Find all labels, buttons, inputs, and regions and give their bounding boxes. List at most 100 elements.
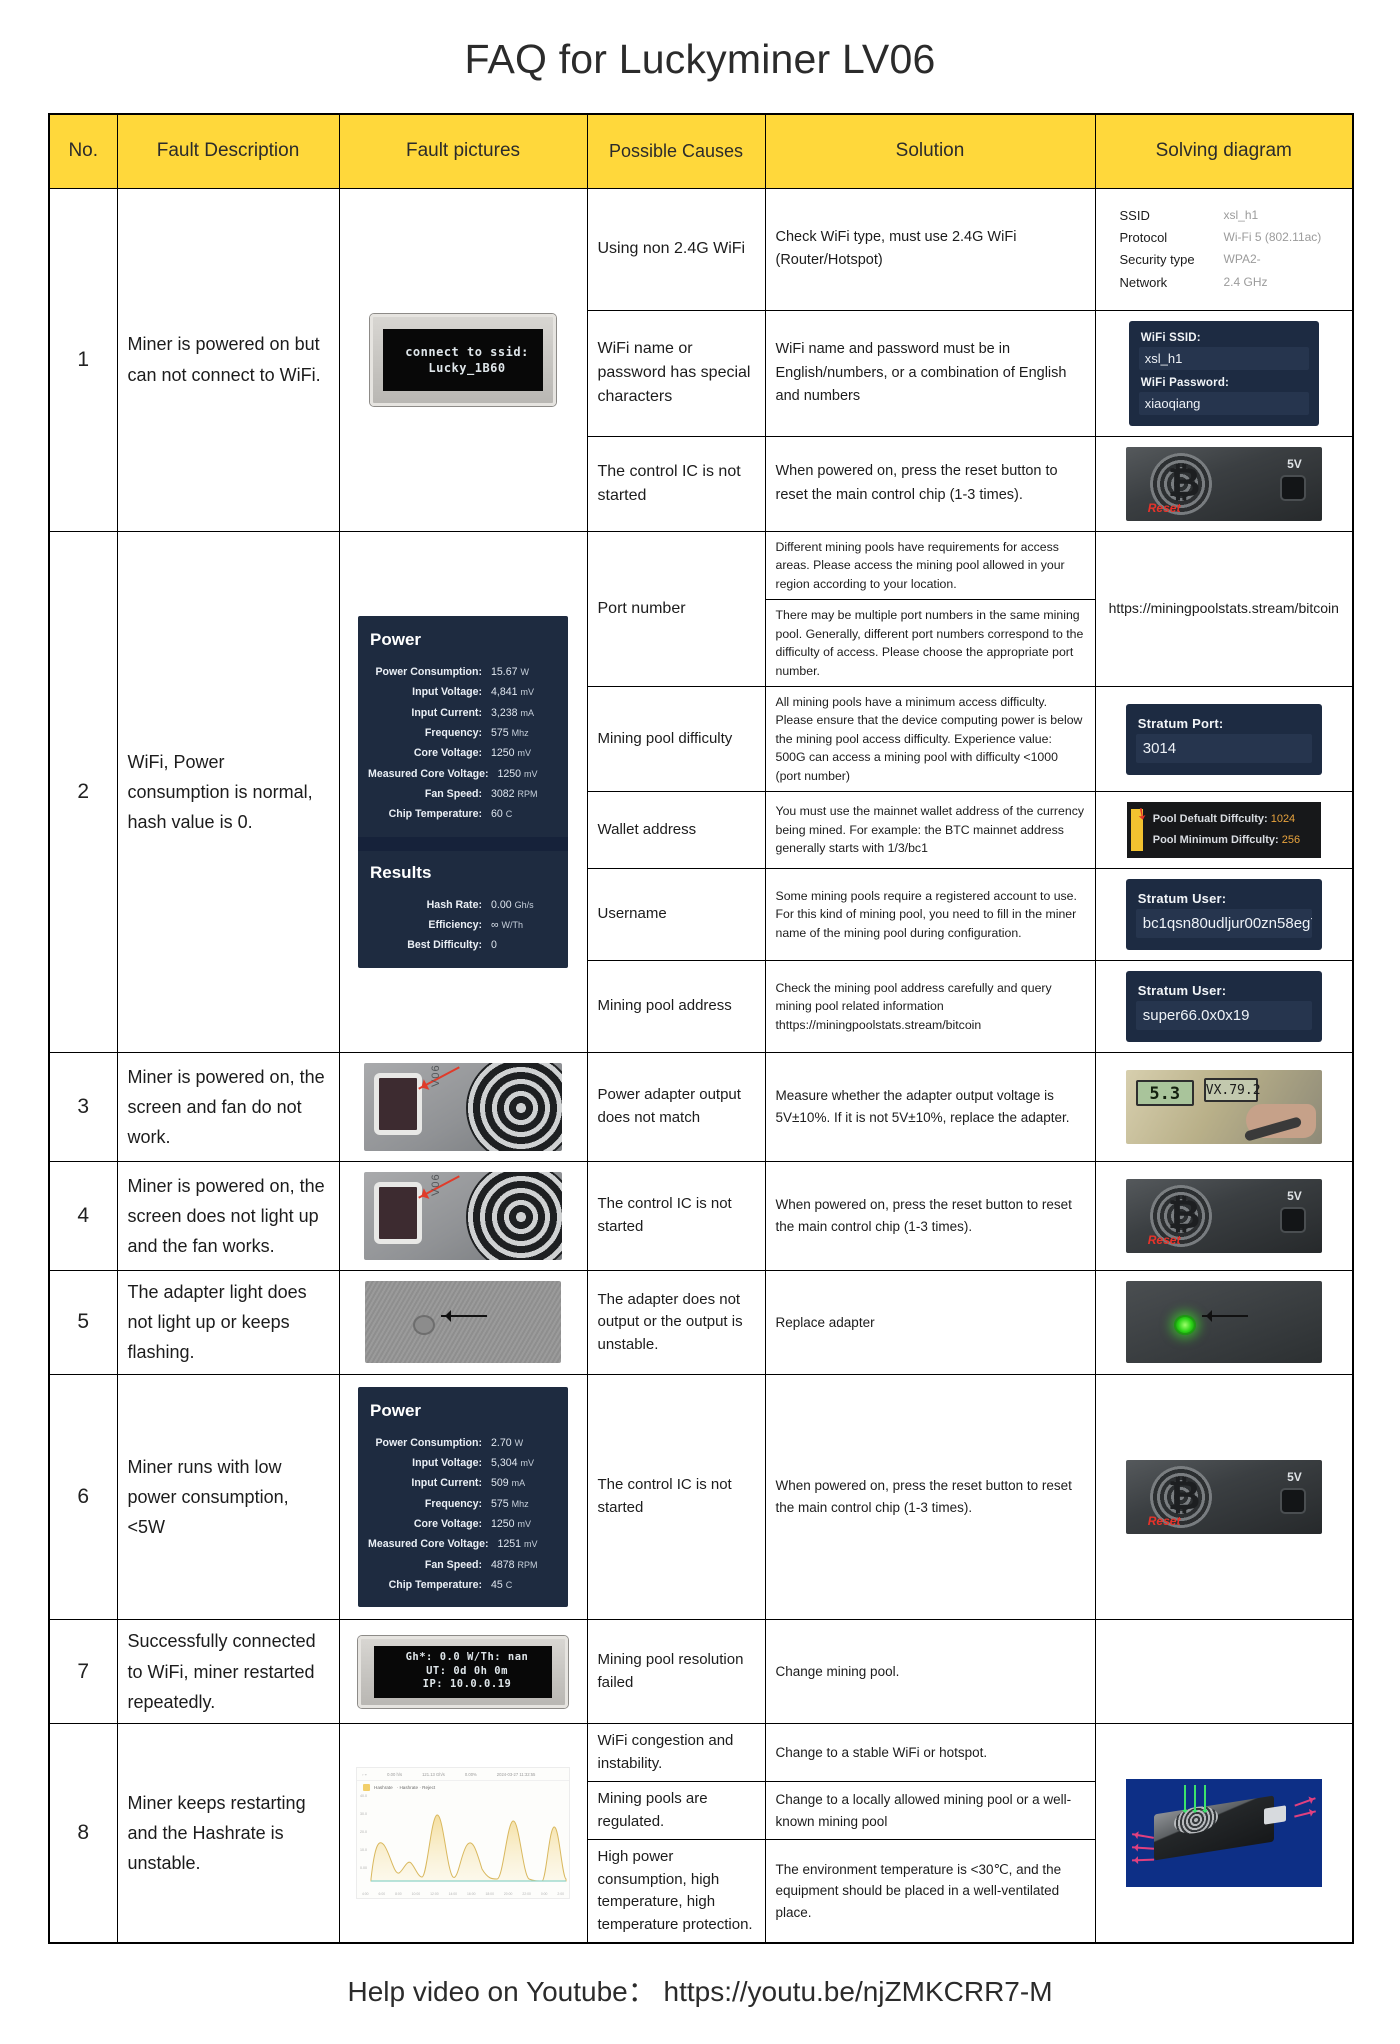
field-label: WiFi Password:	[1140, 376, 1230, 389]
col-header-diagram: Solving diagram	[1094, 113, 1354, 189]
stat-unit: RPM	[517, 789, 538, 800]
stat-key: Measured Core Voltage:	[368, 1538, 489, 1551]
stat-value: 509 mA	[482, 1473, 556, 1493]
stat-key: Input Current:	[411, 706, 482, 719]
stat-value: 4878 RPM	[482, 1555, 556, 1575]
stat-unit: W	[514, 1437, 524, 1448]
stat-number: 575	[491, 727, 509, 740]
x-tick: 12:00	[430, 1892, 439, 1896]
stat-key: Power Consumption:	[375, 666, 482, 679]
difficulty-label: Pool Minimum Diffculty:	[1152, 834, 1279, 847]
possible-cause: The control IC is not started	[586, 1160, 766, 1271]
oled-display-photo: connect to ssid: Lucky_1B60	[370, 313, 556, 406]
stat-row: Core Voltage: 1250 mV	[368, 1514, 556, 1534]
stat-row: Chip Temperature: 60 C	[368, 804, 556, 824]
possible-cause: The control IC is not started	[586, 435, 766, 532]
oled-screen: Gh*: 0.0 W/Th: nan UT: 0d 0h 0m IP: 10.0…	[374, 1645, 552, 1698]
possible-cause: Mining pool difficulty	[586, 685, 766, 793]
exhaust-arrow-icon	[1131, 1846, 1154, 1850]
stat-row: Core Voltage: 1250 mV	[368, 743, 556, 763]
stat-key: Core Voltage:	[413, 1517, 482, 1530]
net-row: SSID xsl_h1	[1120, 205, 1339, 227]
adapter-led-icon	[413, 1315, 435, 1336]
solving-diagram: ₿ Reset 5V	[1094, 1160, 1354, 1271]
stat-number: 3,238	[491, 706, 518, 719]
stat-key: Efficiency:	[428, 919, 482, 932]
row-number: 7	[48, 1619, 118, 1724]
x-tick: 2:00	[557, 1892, 564, 1896]
stat-row: Input Voltage: 5,304 mV	[368, 1453, 556, 1473]
possible-cause: Mining pool address	[586, 959, 766, 1053]
adapter-led-icon	[1173, 1315, 1196, 1336]
stat-unit: RPM	[517, 1559, 538, 1570]
stat-unit: mV	[524, 768, 538, 779]
solution-text: Some mining pools require a registered a…	[764, 867, 1096, 961]
toolbar-item: 121.13 Gh/s	[422, 1771, 445, 1777]
x-tick: 18:00	[485, 1892, 494, 1896]
solution-text: WiFi name and password must be in Englis…	[764, 309, 1096, 437]
solving-diagram: Stratum Port: 3014	[1094, 685, 1354, 793]
possible-cause: WiFi congestion and instability.	[586, 1723, 766, 1782]
stat-row: Best Difficulty: 0	[368, 935, 556, 955]
exhaust-arrow-icon	[1131, 1858, 1154, 1861]
miner-box-icon	[1153, 1795, 1274, 1861]
stat-key: Fan Speed:	[424, 1558, 482, 1571]
solution-text: Check the mining pool address carefully …	[764, 959, 1096, 1053]
stat-unit: W/Th	[501, 920, 524, 931]
multimeter-reading-secondary: VX.79.2	[1203, 1077, 1261, 1102]
oled-line-2: UT: 0d 0h 0m	[426, 1664, 508, 1677]
fault-description: Successfully connected to WiFi, miner re…	[116, 1619, 340, 1724]
stratum-user-panel: Stratum User: bc1qsn80udljur00zn58eg7y7	[1125, 878, 1322, 950]
stat-unit: mV	[517, 748, 532, 759]
net-key: Protocol	[1119, 229, 1168, 245]
field-value: 3014	[1135, 733, 1312, 763]
solving-diagram	[1094, 1723, 1354, 1944]
oled-line-1: Gh*: 0.0 W/Th: nan	[405, 1651, 529, 1664]
stat-number: 3082	[491, 788, 515, 801]
stat-unit: W	[520, 667, 529, 678]
net-row: Security type WPA2-	[1120, 249, 1339, 271]
stat-number: 1250	[497, 767, 522, 780]
stat-unit: mV	[524, 1539, 538, 1550]
possible-cause: Username	[586, 867, 766, 961]
solution-text: There may be multiple port numbers in th…	[764, 599, 1096, 687]
stat-number: 4,841	[491, 686, 518, 699]
solving-diagram: Stratum User: bc1qsn80udljur00zn58eg7y7	[1094, 867, 1354, 961]
stat-value: 0	[482, 935, 556, 955]
stat-key: Best Difficulty:	[407, 939, 482, 952]
reset-button-label: Reset	[1147, 1513, 1181, 1528]
oled-screen: connect to ssid: Lucky_1B60	[383, 328, 543, 391]
stat-unit: Mhz	[511, 728, 529, 739]
airflow-arrow-icon	[1181, 1785, 1188, 1813]
stat-value: 15.67 W	[482, 662, 556, 682]
difficulty-row: Pool Minimum Diffculty: 256	[1153, 830, 1313, 851]
bitcoin-logo-icon: ₿	[1167, 1192, 1201, 1237]
fault-description: Miner keeps restarting and the Hashrate …	[116, 1723, 340, 1944]
reset-button-label: Reset	[1147, 500, 1181, 515]
x-tick: 22:00	[522, 1892, 531, 1896]
page-title: FAQ for Luckyminer LV06	[464, 36, 936, 82]
stat-unit: C	[505, 1579, 513, 1590]
stat-value: 0.00 Gh/s	[482, 895, 556, 915]
reset-button-label: Reset	[1147, 1232, 1181, 1247]
difficulty-lines: Pool Defualt Diffculty: 1024 Pool Minimu…	[1153, 809, 1313, 851]
exhaust-arrow-icon	[1131, 1833, 1154, 1839]
stat-unit: mV	[517, 1518, 532, 1529]
header-row: No. Fault Description Fault pictures Pos…	[48, 113, 1354, 189]
stat-row: Power Consumption: 2.70 W	[368, 1433, 556, 1453]
solution-text: Measure whether the adapter output volta…	[764, 1051, 1096, 1162]
solving-diagram: 5.3 VX.79.2	[1094, 1051, 1354, 1162]
stat-row: Measured Core Voltage: 1250 mV	[368, 764, 556, 784]
solution-text: Different mining pools have requirements…	[764, 530, 1096, 601]
fault-description: Miner is powered on, the screen does not…	[116, 1160, 340, 1271]
col-header-solution: Solution	[764, 113, 1096, 189]
table-body: 1 Miner is powered on but can not connec…	[48, 187, 1354, 1944]
row-number: 6	[48, 1373, 118, 1621]
col-header-no: No.	[48, 113, 118, 189]
bitcoin-logo-icon: ₿	[1167, 1473, 1201, 1518]
row-number: 4	[48, 1160, 118, 1271]
chart-toolbar: ◦ ⌁ 0.00 h/s 121.13 Gh/s 0.00% 2024‑03‑27 11…	[357, 1768, 569, 1781]
table-row: 2 WiFi, Power consumption is normal, has…	[48, 530, 1354, 1053]
airflow-arrow-icon	[1201, 1785, 1208, 1813]
stat-key: Input Voltage:	[412, 1457, 482, 1469]
